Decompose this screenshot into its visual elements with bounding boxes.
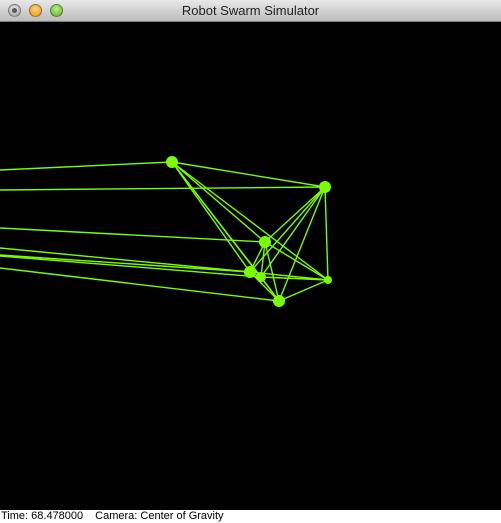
link-line	[264, 186, 326, 243]
status-bar: Time: 68.478000 Camera: Center of Gravity	[0, 510, 501, 523]
app-window: Robot Swarm Simulator Time: 68.478000 Cam…	[0, 0, 501, 523]
link-line	[324, 186, 329, 281]
title-bar[interactable]: Robot Swarm Simulator	[0, 0, 501, 22]
robot-node	[166, 156, 178, 168]
tether-line	[0, 267, 280, 302]
time-readout: Time: 68.478000	[1, 510, 84, 522]
camera-mode-readout: Camera: Center of Gravity	[95, 510, 224, 522]
robot-node	[259, 236, 271, 248]
simulation-viewport[interactable]	[0, 22, 501, 523]
tether-line	[0, 247, 251, 273]
robot-node	[256, 272, 266, 282]
swarm-scene	[0, 156, 332, 307]
tether-line	[0, 255, 262, 278]
tether-line	[0, 186, 326, 191]
tether-line	[0, 254, 251, 273]
swarm-edges	[0, 161, 329, 302]
link-line	[171, 161, 326, 188]
link-line	[171, 161, 266, 243]
link-line	[171, 161, 251, 273]
window-title: Robot Swarm Simulator	[181, 3, 320, 18]
robot-node	[244, 266, 256, 278]
robot-node	[273, 295, 285, 307]
robot-node	[319, 181, 331, 193]
robot-node	[324, 276, 332, 284]
tether-line	[0, 161, 173, 171]
